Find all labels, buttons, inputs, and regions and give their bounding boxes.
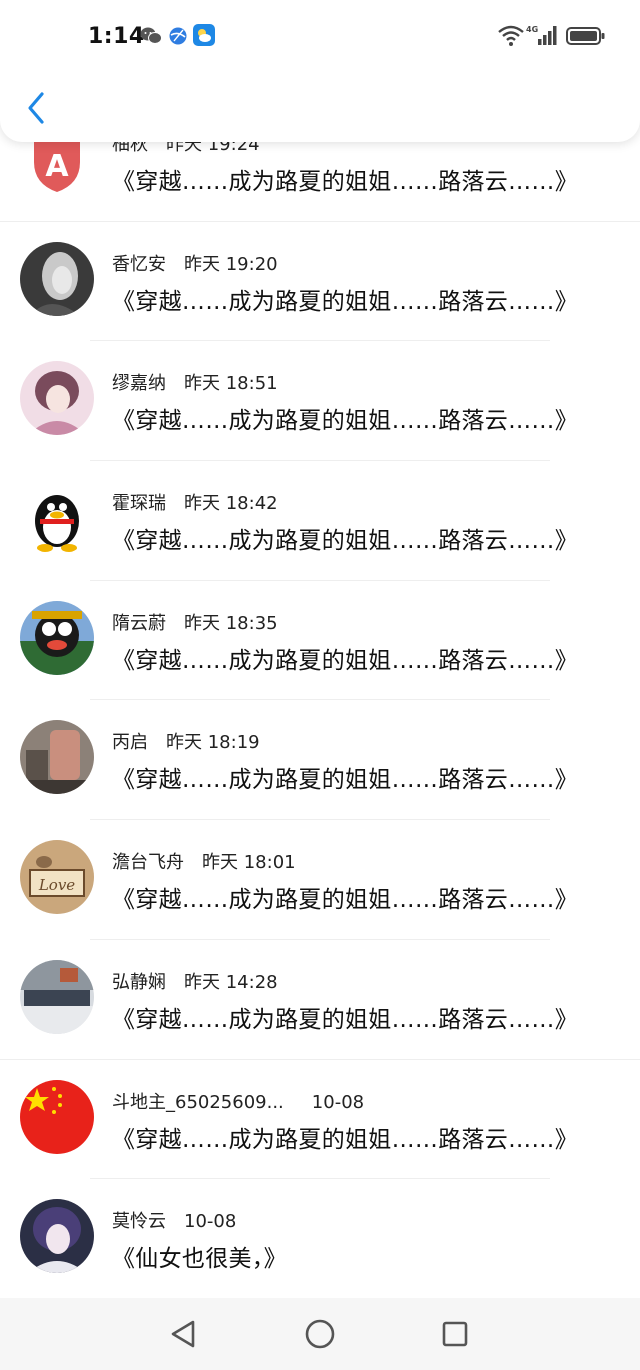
comment-list[interactable]: A 柚秋 昨天 19:24 《穿越……成为路夏的姐姐……路落云……》 香忆安 昨天 … bbox=[0, 102, 640, 1299]
comment-time: 昨天 18:51 bbox=[184, 373, 278, 395]
weather-app-icon bbox=[193, 24, 215, 50]
nav-back-button[interactable] bbox=[163, 1314, 203, 1354]
avatar[interactable] bbox=[20, 959, 94, 1034]
avatar[interactable] bbox=[20, 1199, 94, 1274]
list-item[interactable]: Love 澹台飞舟 昨天 18:01 《穿越……成为路夏的姐姐……路落云……》 bbox=[0, 820, 640, 940]
list-item[interactable]: 缪嘉纳 昨天 18:51 《穿越……成为路夏的姐姐……路落云……》 bbox=[0, 341, 640, 462]
comment-text: 《穿越……成为路夏的姐姐……路落云……》 bbox=[112, 408, 578, 435]
avatar[interactable] bbox=[20, 720, 94, 795]
status-time: 1:14 bbox=[88, 24, 145, 49]
chevron-left-icon bbox=[28, 92, 44, 124]
comment-time: 10-08 bbox=[184, 1211, 237, 1233]
user-name[interactable]: 莫怜云 bbox=[112, 1211, 166, 1232]
list-item[interactable]: 弘静娴 昨天 14:28 《穿越……成为路夏的姐姐……路落云……》 bbox=[0, 940, 640, 1060]
comment-meta: 缪嘉纳 昨天 18:51 bbox=[112, 369, 278, 395]
comment-time: 10-08 bbox=[311, 1091, 365, 1113]
browser-icon bbox=[168, 26, 188, 50]
user-name[interactable]: 斗地主_65025609... bbox=[112, 1092, 284, 1113]
svg-text:Love: Love bbox=[38, 876, 75, 894]
nav-recents-button[interactable] bbox=[435, 1314, 475, 1354]
list-item[interactable]: 霍琛瑞 昨天 18:42 《穿越……成为路夏的姐姐……路落云……》 bbox=[0, 461, 640, 581]
comment-meta: 丙启 昨天 18:19 bbox=[112, 728, 260, 754]
wifi-icon bbox=[498, 25, 524, 51]
user-name[interactable]: 香忆安 bbox=[112, 254, 166, 275]
comment-meta: 隋云蔚 昨天 18:35 bbox=[112, 609, 278, 635]
comment-time: 昨天 14:28 bbox=[184, 971, 278, 993]
avatar[interactable] bbox=[20, 1079, 94, 1154]
user-name[interactable]: 澹台飞舟 bbox=[112, 852, 184, 873]
circle-home-icon bbox=[305, 1319, 335, 1349]
comment-time: 昨天 18:01 bbox=[202, 852, 296, 874]
network-type-label: 4G bbox=[526, 25, 538, 34]
comment-text: 《穿越……成为路夏的姐姐……路落云……》 bbox=[112, 767, 578, 794]
comment-meta: 莫怜云 10-08 bbox=[112, 1207, 236, 1233]
avatar[interactable] bbox=[20, 361, 94, 436]
user-name[interactable]: 弘静娴 bbox=[112, 972, 166, 993]
comment-text: 《穿越……成为路夏的姐姐……路落云……》 bbox=[112, 169, 578, 195]
avatar[interactable]: Love bbox=[20, 840, 94, 915]
comment-text: 《穿越……成为路夏的姐姐……路落云……》 bbox=[112, 1006, 578, 1033]
comment-time: 昨天 19:20 bbox=[184, 253, 278, 275]
comment-text: 《穿越……成为路夏的姐姐……路落云……》 bbox=[112, 528, 578, 555]
user-name[interactable]: 缪嘉纳 bbox=[112, 373, 166, 394]
user-name[interactable]: 丙启 bbox=[112, 732, 148, 753]
comment-meta: 香忆安 昨天 19:20 bbox=[112, 250, 278, 276]
triangle-back-icon bbox=[171, 1320, 195, 1348]
battery-icon bbox=[566, 26, 606, 50]
comment-meta: 弘静娴 昨天 14:28 bbox=[112, 968, 278, 994]
back-button[interactable] bbox=[18, 88, 58, 128]
avatar[interactable] bbox=[20, 481, 94, 556]
square-recents-icon bbox=[442, 1321, 468, 1347]
avatar[interactable] bbox=[20, 600, 94, 675]
system-navigation-bar bbox=[0, 1298, 640, 1370]
wechat-icon bbox=[140, 26, 162, 50]
list-item[interactable]: 香忆安 昨天 19:20 《穿越……成为路夏的姐姐……路落云……》 bbox=[0, 222, 640, 342]
comment-meta: 霍琛瑞 昨天 18:42 bbox=[112, 489, 278, 515]
comment-meta: 斗地主_65025609... 10-08 bbox=[112, 1088, 364, 1114]
comment-time: 昨天 18:19 bbox=[166, 732, 260, 754]
status-bar: 1:14 4G bbox=[0, 0, 640, 74]
comment-text: 《穿越……成为路夏的姐姐……路落云……》 bbox=[112, 288, 578, 315]
comment-text: 《穿越……成为路夏的姐姐……路落云……》 bbox=[112, 887, 578, 914]
comment-time: 昨天 18:42 bbox=[184, 493, 278, 515]
avatar[interactable] bbox=[20, 241, 94, 316]
comment-text: 《穿越……成为路夏的姐姐……路落云……》 bbox=[112, 1126, 578, 1153]
comment-time: 昨天 18:35 bbox=[184, 612, 278, 634]
list-item[interactable]: 莫怜云 10-08 《仙女也很美，》 bbox=[0, 1179, 640, 1299]
nav-home-button[interactable] bbox=[300, 1314, 340, 1354]
user-name[interactable]: 隋云蔚 bbox=[112, 613, 166, 634]
comment-text: 《穿越……成为路夏的姐姐……路落云……》 bbox=[112, 647, 578, 674]
cellular-signal-icon: 4G bbox=[526, 23, 560, 51]
user-name[interactable]: 霍琛瑞 bbox=[112, 493, 166, 514]
list-item[interactable]: 隋云蔚 昨天 18:35 《穿越……成为路夏的姐姐……路落云……》 bbox=[0, 581, 640, 701]
comment-text: 《仙女也很美，》 bbox=[112, 1246, 287, 1273]
list-item[interactable]: 斗地主_65025609... 10-08 《穿越……成为路夏的姐姐……路落云……… bbox=[0, 1060, 640, 1180]
comment-meta: 澹台飞舟 昨天 18:01 bbox=[112, 848, 296, 874]
list-item[interactable]: 丙启 昨天 18:19 《穿越……成为路夏的姐姐……路落云……》 bbox=[0, 700, 640, 821]
screen: A 柚秋 昨天 19:24 《穿越……成为路夏的姐姐……路落云……》 香忆安 昨天 … bbox=[0, 0, 640, 1370]
svg-text:A: A bbox=[45, 149, 69, 184]
app-header: 1:14 4G bbox=[0, 0, 640, 142]
